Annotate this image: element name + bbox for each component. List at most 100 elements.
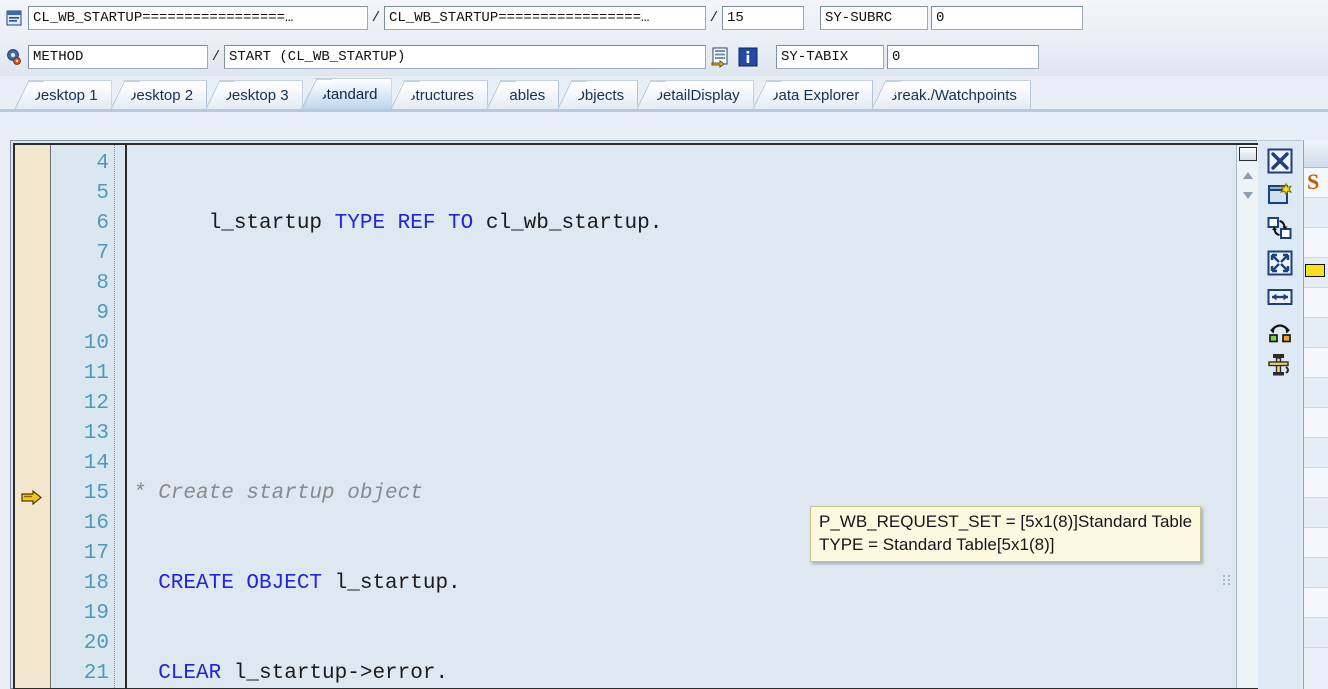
sy-tabix-label: SY-TABIX [776, 45, 884, 69]
program-name-field[interactable]: CL_WB_STARTUP=================… [28, 6, 368, 30]
line-number-gutter: 4 5 6 7 8 9 10 11 12 13 14 15 16 17 18 1… [51, 145, 115, 688]
variables-row[interactable] [1304, 348, 1328, 378]
code-line: CREATE OBJECT l_startup. [133, 572, 461, 595]
tabstrip-underline [0, 109, 1328, 112]
tab-label: Desktop 3 [221, 86, 289, 104]
header-row-program: CL_WB_STARTUP=================… / CL_WB_… [0, 5, 1083, 31]
tab-objects[interactable]: Objects [557, 80, 639, 109]
tab-label: Objects [573, 86, 625, 104]
line-number: 14 [83, 452, 109, 475]
sy-subrc-label: SY-SUBRC [820, 6, 928, 30]
tab-breakpoints-watchpoints[interactable]: Break./Watchpoints [871, 80, 1031, 109]
line-number: 16 [83, 512, 109, 535]
tab-label: Desktop 1 [30, 86, 98, 104]
editor-vertical-scrollbar[interactable] [1236, 145, 1258, 688]
maximize-icon[interactable] [1265, 249, 1295, 277]
tooltip-line-2: TYPE = Standard Table[5x1(8)] [819, 535, 1055, 554]
tooltip-line-1: P_WB_REQUEST_SET = [5x1(8)]Standard Tabl… [819, 512, 1193, 531]
tab-desktop-3[interactable]: Desktop 3 [205, 80, 303, 109]
variables-row[interactable] [1304, 528, 1328, 558]
undo-redo-icon[interactable] [1265, 317, 1295, 345]
header-row-event: METHOD / START (CL_WB_STARTUP) SY-TABIX … [0, 44, 1039, 70]
code-text-area[interactable]: l_startup TYPE REF TO cl_wb_startup. * C… [127, 145, 1258, 688]
variable-tag-icon [1305, 264, 1325, 277]
new-window-icon[interactable] [1265, 181, 1295, 209]
tab-data-explorer[interactable]: Data Explorer [751, 80, 874, 109]
tab-structures[interactable]: Structures [389, 80, 488, 109]
scrollbar-thumb[interactable] [1239, 147, 1257, 161]
breakpoint-gutter[interactable] [15, 145, 51, 688]
code-line: * Create startup object [133, 482, 423, 505]
close-icon[interactable] [1265, 147, 1295, 175]
line-number: 13 [83, 422, 109, 445]
variables-row[interactable]: S [1304, 168, 1328, 198]
editor-side-toolbar [1258, 140, 1302, 689]
tab-label: Structures [405, 86, 474, 104]
variables-row[interactable] [1304, 558, 1328, 588]
tab-desktop-2[interactable]: Desktop 2 [109, 80, 208, 109]
source-code-frame: 4 5 6 7 8 9 10 11 12 13 14 15 16 17 18 1… [13, 143, 1258, 689]
program-icon [4, 7, 24, 29]
gutter-divider [115, 145, 127, 688]
tab-label: Tables [501, 86, 546, 104]
tab-label: Desktop 2 [125, 86, 194, 104]
line-number: 17 [83, 542, 109, 565]
variables-panel-partial: S [1303, 140, 1328, 689]
debugger-tabstrip: Desktop 1 Desktop 2 Desktop 3 Standard S… [0, 78, 1328, 112]
variables-panel-header [1304, 140, 1328, 168]
variables-row[interactable] [1304, 468, 1328, 498]
line-number: 11 [83, 362, 109, 385]
event-name-field[interactable]: START (CL_WB_STARTUP) [224, 45, 706, 69]
tab-list: Desktop 1 Desktop 2 Desktop 3 Standard S… [14, 78, 1031, 109]
include-name-field[interactable]: CL_WB_STARTUP=================… [384, 6, 706, 30]
line-number: 20 [83, 632, 109, 655]
debugger-gear-icon [4, 46, 24, 68]
tab-desktop-1[interactable]: Desktop 1 [14, 80, 112, 109]
field-separator-1: / [371, 10, 381, 26]
information-icon[interactable] [736, 45, 760, 69]
sy-subrc-value[interactable]: 0 [931, 6, 1083, 30]
settings-tools-icon[interactable] [1265, 351, 1295, 379]
event-type-field[interactable]: METHOD [28, 45, 208, 69]
scroll-up-icon[interactable] [1240, 167, 1256, 183]
line-number: 8 [96, 272, 109, 295]
variables-row[interactable] [1304, 438, 1328, 468]
line-number: 5 [96, 182, 109, 205]
source-code-panel: 4 5 6 7 8 9 10 11 12 13 14 15 16 17 18 1… [10, 140, 1258, 689]
variables-row[interactable] [1304, 588, 1328, 618]
line-number-field[interactable]: 15 [722, 6, 804, 30]
variables-row[interactable] [1304, 408, 1328, 438]
variables-row[interactable] [1304, 228, 1328, 258]
tab-label: Standard [316, 85, 378, 103]
tab-tables[interactable]: Tables [485, 80, 560, 109]
variables-row[interactable] [1304, 288, 1328, 318]
variables-row[interactable] [1304, 498, 1328, 528]
line-number: 15 [83, 482, 109, 505]
variables-row[interactable] [1304, 258, 1328, 288]
line-number: 4 [96, 152, 109, 175]
current-statement-arrow-icon [21, 489, 43, 505]
sy-tabix-value[interactable]: 0 [887, 45, 1039, 69]
variables-row[interactable] [1304, 378, 1328, 408]
tab-standard[interactable]: Standard [300, 78, 392, 109]
field-separator-3: / [211, 49, 221, 65]
field-separator-2: / [709, 10, 719, 26]
resize-grip-icon[interactable] [1222, 574, 1232, 588]
tab-label: DetailDisplay [652, 86, 740, 104]
resize-horizontal-icon[interactable] [1265, 283, 1295, 311]
line-number: 6 [96, 212, 109, 235]
code-line: CLEAR l_startup->error. [133, 662, 449, 685]
line-number: 9 [96, 302, 109, 325]
variables-row[interactable] [1304, 618, 1328, 648]
tab-label: Break./Watchpoints [887, 86, 1017, 104]
goto-source-icon[interactable] [709, 45, 733, 69]
swap-windows-icon[interactable] [1265, 215, 1295, 243]
variables-cell-text: S [1307, 169, 1320, 194]
scroll-down-icon[interactable] [1240, 187, 1256, 203]
line-number: 10 [83, 332, 109, 355]
variables-row[interactable] [1304, 318, 1328, 348]
variables-row[interactable] [1304, 198, 1328, 228]
tab-detail-display[interactable]: DetailDisplay [636, 80, 754, 109]
